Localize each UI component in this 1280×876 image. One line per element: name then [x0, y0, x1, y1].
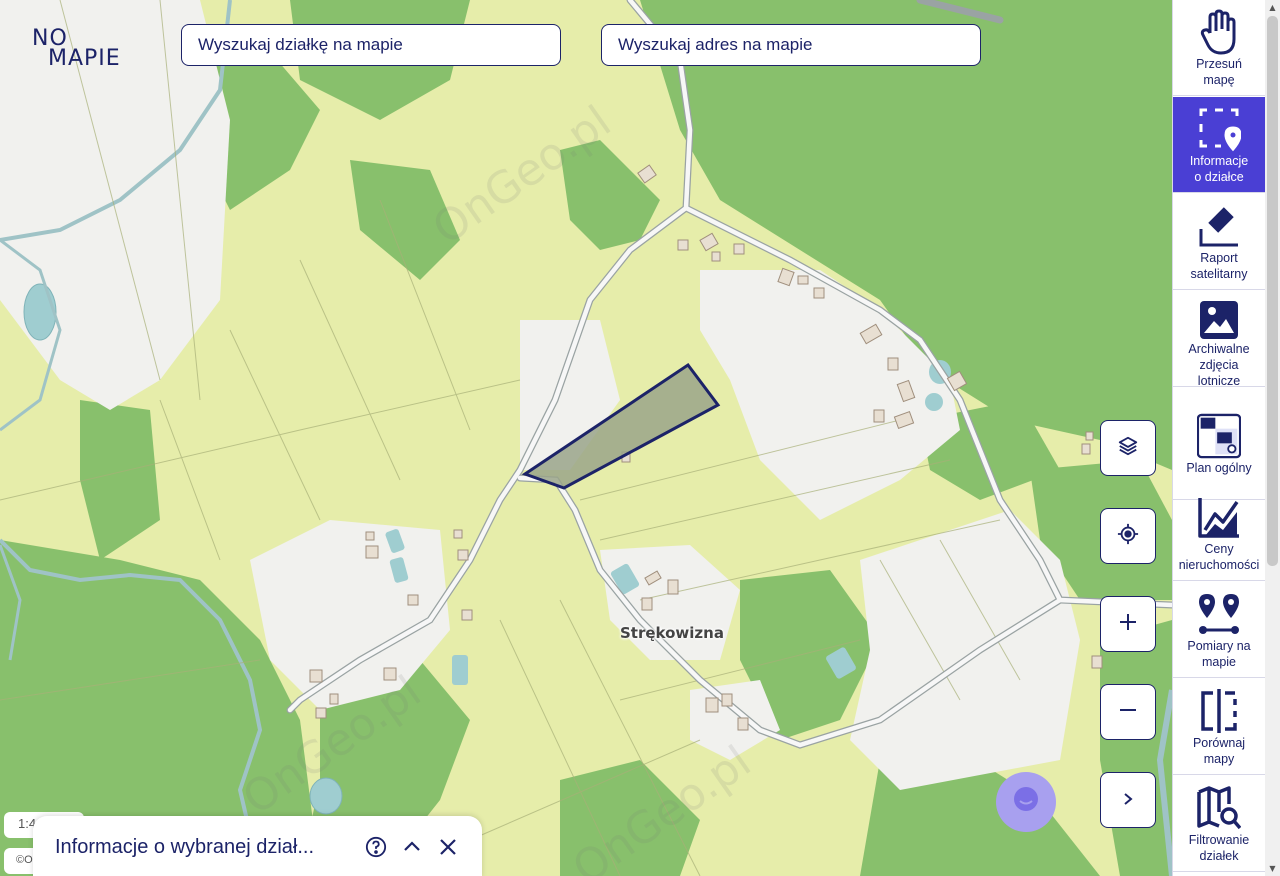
parcel-search-input[interactable]: Wyszukaj działkę na mapie [181, 24, 561, 66]
tool-sidebar: Przesuń mapę Informacje o działce Raport… [1172, 0, 1265, 876]
plus-icon [1118, 612, 1138, 636]
sidebar-label: Ceny nieruchomości [1178, 542, 1260, 572]
expand-button[interactable] [1100, 772, 1156, 828]
sidebar-label: Archiwalne zdjęcia lotnicze [1188, 342, 1250, 388]
chat-button[interactable] [996, 772, 1056, 832]
scroll-down-icon[interactable]: ▼ [1265, 861, 1280, 876]
sidebar-item-pan[interactable]: Przesuń mapę [1173, 0, 1265, 96]
panel-title: Informacje o wybranej dział... [55, 835, 315, 858]
filter-map-icon [1197, 784, 1241, 832]
minus-icon [1118, 700, 1138, 724]
sidebar-item-satellite-report[interactable]: Raport satelitarny [1173, 194, 1265, 290]
logo-line2: MAPIE [48, 46, 121, 71]
sidebar-item-aerial-archive[interactable]: Archiwalne zdjęcia lotnicze [1173, 291, 1265, 388]
map-layers [0, 0, 1172, 876]
locate-icon [1117, 523, 1139, 549]
sidebar-label: Przesuń mapę [1196, 57, 1242, 87]
sidebar-item-filter-parcels[interactable]: Filtrowanie działek [1173, 776, 1265, 872]
sidebar-label: Plan ogólny [1186, 461, 1252, 475]
sidebar-label: Pomiary na mapie [1187, 639, 1251, 669]
sidebar-label: Filtrowanie działek [1188, 833, 1250, 863]
play-icon [1122, 791, 1134, 810]
measure-icon [1197, 590, 1241, 638]
plan-icon [1197, 412, 1241, 460]
zoom-out-button[interactable] [1100, 684, 1156, 740]
sidebar-item-parcel-info[interactable]: Informacje o działce [1173, 97, 1265, 193]
scroll-up-icon[interactable]: ▲ [1265, 0, 1280, 15]
place-label: Strękowizna [620, 624, 724, 642]
sidebar-label: Porównaj mapy [1192, 736, 1246, 766]
logo[interactable]: NO MAPIE [30, 26, 145, 72]
chevron-up-icon[interactable] [400, 835, 424, 859]
image-icon [1197, 299, 1241, 341]
sidebar-scrollbar[interactable]: ▲ ▼ [1265, 0, 1280, 876]
hand-icon [1197, 8, 1241, 56]
sidebar-label: Informacje o działce [1189, 154, 1249, 184]
map-canvas[interactable]: OnGeo.pl OnGeo.pl OnGeo.pl Strękowizna [0, 0, 1172, 876]
parcel-info-panel: Informacje o wybranej dział... [33, 816, 482, 876]
close-icon[interactable] [436, 835, 460, 859]
satellite-icon [1197, 202, 1241, 250]
chat-bubble-icon [1011, 785, 1041, 819]
locate-button[interactable] [1100, 508, 1156, 564]
chart-icon [1197, 493, 1241, 541]
parcel-info-icon [1197, 105, 1241, 153]
address-search-input[interactable]: Wyszukaj adres na mapie [601, 24, 981, 66]
layers-icon [1117, 435, 1139, 461]
layers-button[interactable] [1100, 420, 1156, 476]
scroll-thumb[interactable] [1267, 16, 1278, 566]
help-icon[interactable] [364, 835, 388, 859]
compare-icon [1197, 687, 1241, 735]
sidebar-label: Raport satelitarny [1190, 251, 1248, 281]
sidebar-item-compare-maps[interactable]: Porównaj mapy [1173, 679, 1265, 775]
sidebar-item-property-prices[interactable]: Ceny nieruchomości [1173, 485, 1265, 581]
zoom-in-button[interactable] [1100, 596, 1156, 652]
sidebar-item-measurements[interactable]: Pomiary na mapie [1173, 582, 1265, 678]
